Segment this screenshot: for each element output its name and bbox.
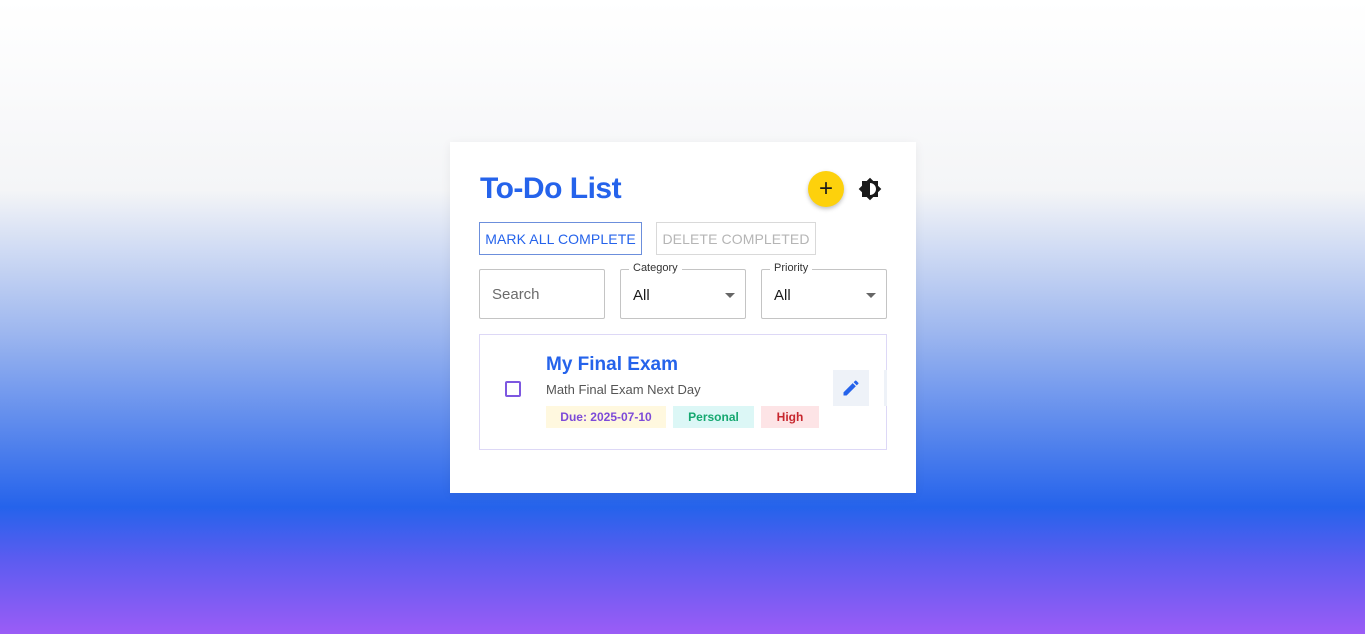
mark-all-complete-button[interactable]: MARK ALL COMPLETE xyxy=(479,222,642,255)
brightness-icon xyxy=(858,177,882,201)
task-description: Math Final Exam Next Day xyxy=(546,382,701,397)
chevron-down-icon xyxy=(725,293,735,298)
priority-select[interactable]: Priority All xyxy=(761,262,887,319)
task-item: My Final Exam Math Final Exam Next Day D… xyxy=(479,334,887,450)
delete-task-button[interactable] xyxy=(884,370,887,406)
task-priority-badge: High xyxy=(761,406,819,428)
theme-toggle-button[interactable] xyxy=(856,175,884,203)
category-select-value: All xyxy=(633,287,650,304)
category-select-label: Category xyxy=(629,262,682,274)
add-task-button[interactable]: + xyxy=(808,171,844,207)
page-title: To-Do List xyxy=(480,172,622,205)
pencil-icon xyxy=(843,380,859,396)
task-complete-checkbox[interactable] xyxy=(505,381,521,397)
chevron-down-icon xyxy=(866,293,876,298)
task-due-badge: Due: 2025-07-10 xyxy=(546,406,666,428)
task-title: My Final Exam xyxy=(546,354,678,375)
edit-task-button[interactable] xyxy=(833,370,869,406)
search-input[interactable] xyxy=(479,269,605,319)
task-category-badge: Personal xyxy=(673,406,754,428)
delete-completed-button[interactable]: DELETE COMPLETED xyxy=(656,222,816,255)
priority-select-label: Priority xyxy=(770,262,813,274)
plus-icon: + xyxy=(818,175,833,202)
todo-card: To-Do List + MARK ALL COMPLETE DELETE CO… xyxy=(450,142,916,493)
category-select[interactable]: Category All xyxy=(620,262,746,319)
priority-select-value: All xyxy=(774,287,791,304)
